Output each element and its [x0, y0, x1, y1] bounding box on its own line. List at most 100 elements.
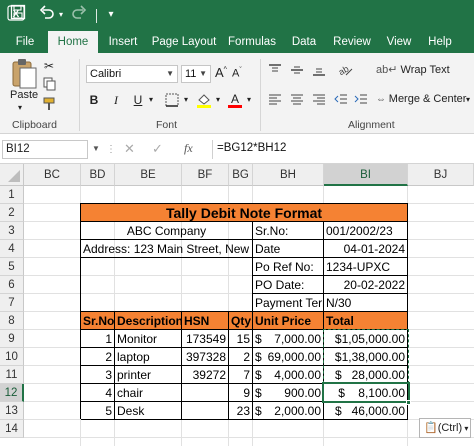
- wrap-text-button[interactable]: ab↵ Wrap Text: [376, 63, 450, 76]
- item-description[interactable]: Monitor: [115, 330, 182, 348]
- font-color-icon[interactable]: A: [226, 90, 244, 110]
- row-header[interactable]: 13: [0, 402, 24, 420]
- row-header[interactable]: 6: [0, 276, 24, 294]
- font-size-select[interactable]: 11 ▼: [181, 65, 211, 83]
- item-srno[interactable]: 2: [81, 348, 115, 366]
- tab-home[interactable]: Home: [48, 31, 98, 53]
- name-box-dropdown-icon[interactable]: ▼: [92, 144, 100, 153]
- poref-label-cell[interactable]: Po Ref No:: [253, 258, 324, 276]
- item-qty[interactable]: 2: [229, 348, 253, 366]
- column-header-bi[interactable]: BI: [324, 164, 408, 186]
- item-srno[interactable]: 4: [81, 384, 115, 402]
- item-unit-price[interactable]: $4,000.00: [253, 366, 324, 384]
- bold-button[interactable]: B: [86, 90, 102, 110]
- font-name-select[interactable]: Calibri ▼: [86, 65, 178, 83]
- name-box[interactable]: BI12: [2, 140, 88, 159]
- italic-button[interactable]: I: [108, 90, 124, 110]
- item-description[interactable]: Desk: [115, 402, 182, 420]
- item-description[interactable]: printer: [115, 366, 182, 384]
- item-hsn[interactable]: [182, 384, 229, 402]
- column-header-bg[interactable]: BG: [229, 164, 253, 186]
- row-header[interactable]: 9: [0, 330, 24, 348]
- item-total-selected[interactable]: $ 8,100.00: [324, 384, 408, 402]
- row-header[interactable]: 5: [0, 258, 24, 276]
- column-header-be[interactable]: BE: [115, 164, 182, 186]
- quick-access-dropdown-icon[interactable]: ▾: [104, 4, 118, 26]
- cancel-icon[interactable]: ✕: [124, 141, 135, 157]
- item-qty[interactable]: 15: [229, 330, 253, 348]
- row-header[interactable]: 3: [0, 222, 24, 240]
- item-total[interactable]: $ 46,000.00: [324, 402, 408, 420]
- tab-formulas[interactable]: Formulas: [225, 31, 279, 53]
- item-qty[interactable]: 23: [229, 402, 253, 420]
- column-header-bd[interactable]: BD: [81, 164, 115, 186]
- borders-dropdown-icon[interactable]: ▾: [181, 90, 191, 110]
- save-icon[interactable]: [8, 4, 28, 26]
- item-total[interactable]: $1,38,000.00: [324, 348, 408, 366]
- orientation-icon[interactable]: ab: [336, 61, 354, 80]
- more-options-icon[interactable]: ⋮: [106, 144, 116, 155]
- row-header[interactable]: 14: [0, 420, 24, 438]
- undo-dropdown-icon[interactable]: ▾: [56, 4, 66, 26]
- srno-value-cell[interactable]: 001/2002/23: [324, 222, 408, 240]
- date-value-cell[interactable]: 04-01-2024: [324, 240, 408, 258]
- increase-indent-icon[interactable]: [354, 92, 368, 109]
- item-description[interactable]: laptop: [115, 348, 182, 366]
- row-header[interactable]: 2: [0, 204, 24, 222]
- item-srno[interactable]: 1: [81, 330, 115, 348]
- align-right-icon[interactable]: [312, 92, 326, 109]
- align-middle-icon[interactable]: [290, 63, 304, 80]
- item-hsn[interactable]: 173549: [182, 330, 229, 348]
- header-hsn[interactable]: HSN: [182, 312, 229, 330]
- srno-label-cell[interactable]: Sr.No:: [253, 222, 324, 240]
- select-all-corner[interactable]: [0, 164, 24, 186]
- item-srno[interactable]: 5: [81, 402, 115, 420]
- enter-icon[interactable]: ✓: [152, 141, 163, 157]
- tab-file[interactable]: File: [10, 31, 40, 53]
- row-header[interactable]: 10: [0, 348, 24, 366]
- address-blank-block[interactable]: [81, 258, 253, 312]
- address-cell[interactable]: Address: 123 Main Street, New: [81, 240, 253, 258]
- align-top-icon[interactable]: [268, 63, 282, 80]
- merge-dropdown-icon[interactable]: ▾: [466, 95, 470, 104]
- redo-icon[interactable]: [70, 4, 88, 26]
- tab-review[interactable]: Review: [329, 31, 375, 53]
- date-label-cell[interactable]: Date: [253, 240, 324, 258]
- podate-value-cell[interactable]: 20-02-2022: [324, 276, 408, 294]
- row-header[interactable]: 7: [0, 294, 24, 312]
- header-description[interactable]: Description: [115, 312, 182, 330]
- tab-help[interactable]: Help: [423, 31, 457, 53]
- item-total[interactable]: $ 28,000.00: [324, 366, 408, 384]
- payterm-value-cell[interactable]: N/30: [324, 294, 408, 312]
- item-qty[interactable]: 9: [229, 384, 253, 402]
- undo-icon[interactable]: [38, 4, 56, 26]
- format-painter-icon[interactable]: [43, 97, 57, 114]
- company-cell[interactable]: ABC Company: [81, 222, 253, 240]
- align-bottom-icon[interactable]: [312, 63, 326, 80]
- cut-icon[interactable]: ✂: [44, 59, 54, 73]
- align-left-icon[interactable]: [268, 92, 282, 109]
- header-total[interactable]: Total: [324, 312, 408, 330]
- item-hsn[interactable]: 397328: [182, 348, 229, 366]
- item-hsn[interactable]: [182, 402, 229, 420]
- item-srno[interactable]: 3: [81, 366, 115, 384]
- shrink-font-button[interactable]: Aˇ: [232, 67, 242, 80]
- tab-data[interactable]: Data: [286, 31, 322, 53]
- poref-value-cell[interactable]: 1234-UPXC: [324, 258, 408, 276]
- header-unit-price[interactable]: Unit Price: [253, 312, 324, 330]
- column-header-bc[interactable]: BC: [24, 164, 81, 186]
- row-header-selected[interactable]: 12: [0, 384, 24, 402]
- insert-function-icon[interactable]: fx: [184, 141, 193, 156]
- paste-icon[interactable]: [10, 58, 38, 90]
- paste-options-button[interactable]: 📋(Ctrl) ▾: [419, 418, 471, 438]
- align-center-icon[interactable]: [290, 92, 304, 109]
- item-qty[interactable]: 7: [229, 366, 253, 384]
- font-color-dropdown-icon[interactable]: ▾: [244, 90, 254, 110]
- item-hsn[interactable]: 39272: [182, 366, 229, 384]
- tab-insert[interactable]: Insert: [103, 31, 143, 53]
- fill-handle[interactable]: [406, 400, 411, 405]
- header-qty[interactable]: Qty: [229, 312, 253, 330]
- paste-button[interactable]: Paste: [10, 89, 38, 101]
- tab-view[interactable]: View: [382, 31, 416, 53]
- payterm-label-cell[interactable]: Payment Terr: [253, 294, 324, 312]
